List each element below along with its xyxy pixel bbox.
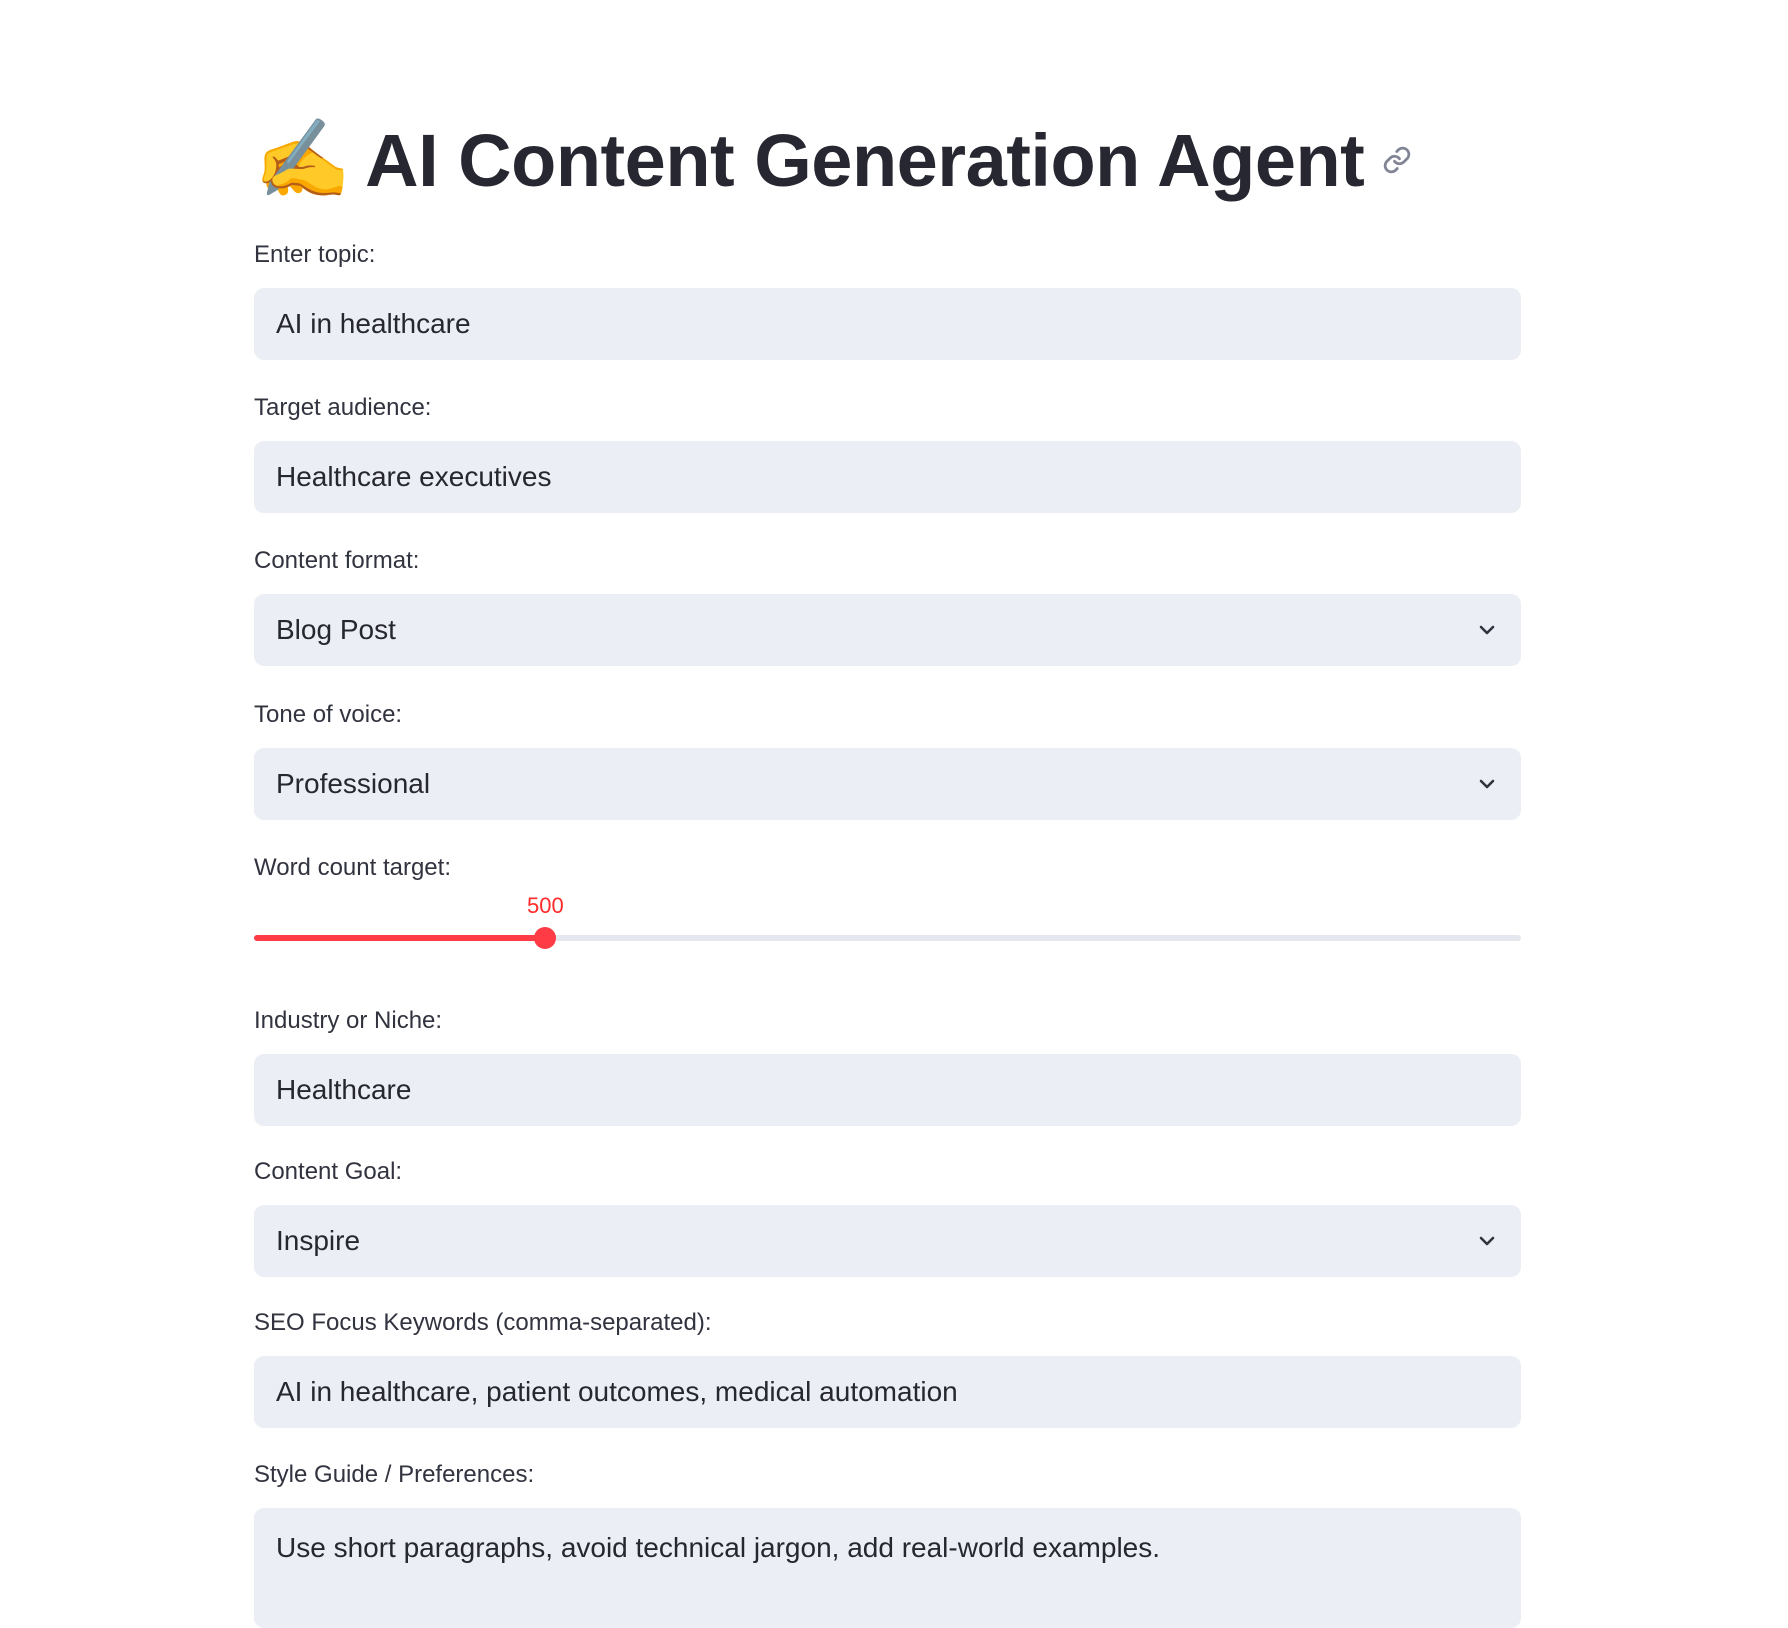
- seo-field: SEO Focus Keywords (comma-separated): AI…: [254, 1306, 1521, 1428]
- topic-input[interactable]: AI in healthcare: [254, 288, 1521, 360]
- page-title: ✍️ AI Content Generation Agent: [254, 100, 1414, 220]
- style-guide-textarea[interactable]: Use short paragraphs, avoid technical ja…: [254, 1508, 1521, 1628]
- topic-label: Enter topic:: [254, 241, 376, 268]
- industry-input-value: Healthcare: [276, 1074, 412, 1105]
- tone-select-value: Professional: [276, 768, 431, 799]
- style-label: Style Guide / Preferences:: [254, 1461, 535, 1488]
- industry-field: Industry or Niche: Healthcare: [254, 1004, 1521, 1126]
- audience-input[interactable]: Healthcare executives: [254, 441, 1521, 513]
- format-field: Content format: Blog Post: [254, 544, 1521, 666]
- format-label: Content format:: [254, 547, 420, 574]
- audience-label: Target audience:: [254, 394, 432, 421]
- topic-input-value: AI in healthcare: [276, 308, 471, 339]
- goal-field: Content Goal: Inspire: [254, 1155, 1521, 1277]
- audience-field: Target audience: Healthcare executives: [254, 391, 1521, 513]
- seo-label: SEO Focus Keywords (comma-separated):: [254, 1309, 712, 1336]
- word-count-label: Word count target:: [254, 854, 451, 881]
- tone-label: Tone of voice:: [254, 701, 403, 728]
- style-field: Style Guide / Preferences: Use short par…: [254, 1458, 1521, 1628]
- chevron-down-icon: [1479, 779, 1495, 789]
- seo-keywords-input[interactable]: AI in healthcare, patient outcomes, medi…: [254, 1356, 1521, 1428]
- writing-hand-icon: ✍️: [254, 115, 352, 205]
- goal-select[interactable]: Inspire: [254, 1205, 1521, 1277]
- tone-select[interactable]: Professional: [254, 748, 1521, 820]
- slider-fill: [254, 935, 546, 941]
- industry-label: Industry or Niche:: [254, 1007, 443, 1034]
- page-title-text: AI Content Generation Agent: [365, 118, 1365, 202]
- topic-field: Enter topic: AI in healthcare: [254, 238, 1521, 360]
- goal-select-value: Inspire: [276, 1225, 361, 1256]
- industry-input[interactable]: Healthcare: [254, 1054, 1521, 1126]
- word-count-slider[interactable]: 500: [254, 885, 1521, 965]
- slider-value: 500: [527, 893, 564, 918]
- goal-label: Content Goal:: [254, 1158, 403, 1185]
- tone-field: Tone of voice: Professional: [254, 698, 1521, 820]
- audience-input-value: Healthcare executives: [276, 461, 552, 492]
- seo-keywords-value: AI in healthcare, patient outcomes, medi…: [276, 1376, 958, 1407]
- word-count-field: Word count target: 500: [254, 851, 1521, 965]
- chevron-down-icon: [1479, 1236, 1495, 1246]
- format-select[interactable]: Blog Post: [254, 594, 1521, 666]
- chevron-down-icon: [1479, 625, 1495, 635]
- link-icon[interactable]: [1380, 143, 1414, 177]
- format-select-value: Blog Post: [276, 614, 396, 645]
- slider-thumb[interactable]: [534, 927, 557, 949]
